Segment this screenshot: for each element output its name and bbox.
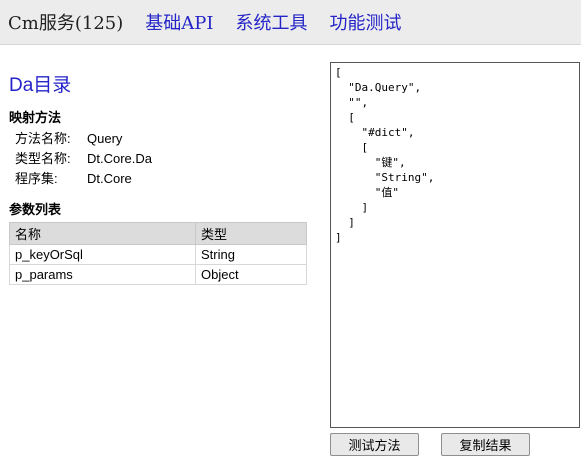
- type-name-row: 类型名称: Dt.Core.Da: [9, 149, 309, 169]
- method-info-panel: Da目录 映射方法 方法名称: Query 类型名称: Dt.Core.Da 程序集…: [9, 70, 309, 285]
- params-table: 名称 类型 p_keyOrSql String p_params Object: [9, 222, 307, 285]
- params-section-title: 参数列表: [9, 202, 62, 217]
- assembly-row: 程序集: Dt.Core: [9, 169, 309, 189]
- type-name-label: 类型名称:: [15, 151, 71, 166]
- nav-basic-api[interactable]: 基础API: [145, 9, 213, 35]
- param-type-cell: Object: [195, 264, 307, 285]
- service-label: Cm服务(125): [8, 13, 124, 34]
- test-method-button[interactable]: 测试方法: [330, 433, 419, 456]
- table-row: p_params Object: [9, 264, 307, 285]
- method-name-row: 方法名称: Query: [9, 129, 309, 149]
- page-title: Da目录: [9, 75, 72, 96]
- params-header-row: 名称 类型: [9, 222, 307, 245]
- nav-function-test[interactable]: 功能测试: [329, 9, 401, 35]
- assembly-label: 程序集:: [15, 171, 58, 186]
- nav-system-tools[interactable]: 系统工具: [235, 9, 307, 35]
- assembly-value: Dt.Core: [87, 171, 132, 186]
- mapping-section-title: 映射方法: [9, 110, 62, 125]
- params-header-type: 类型: [195, 222, 307, 245]
- result-textarea[interactable]: [ "Da.Query", "", [ "#dict", [ "键", "Str…: [330, 62, 580, 428]
- param-type-cell: String: [195, 244, 307, 265]
- param-name-cell: p_keyOrSql: [9, 244, 196, 265]
- table-row: p_keyOrSql String: [9, 244, 307, 265]
- copy-result-button[interactable]: 复制结果: [441, 433, 530, 456]
- type-name-value: Dt.Core.Da: [87, 151, 153, 166]
- method-name-value: Query: [87, 131, 123, 146]
- method-name-label: 方法名称:: [15, 131, 71, 146]
- param-name-cell: p_params: [9, 264, 196, 285]
- params-header-name: 名称: [9, 222, 196, 245]
- top-navigation-bar: Cm服务(125) 基础API 系统工具 功能测试: [0, 0, 581, 45]
